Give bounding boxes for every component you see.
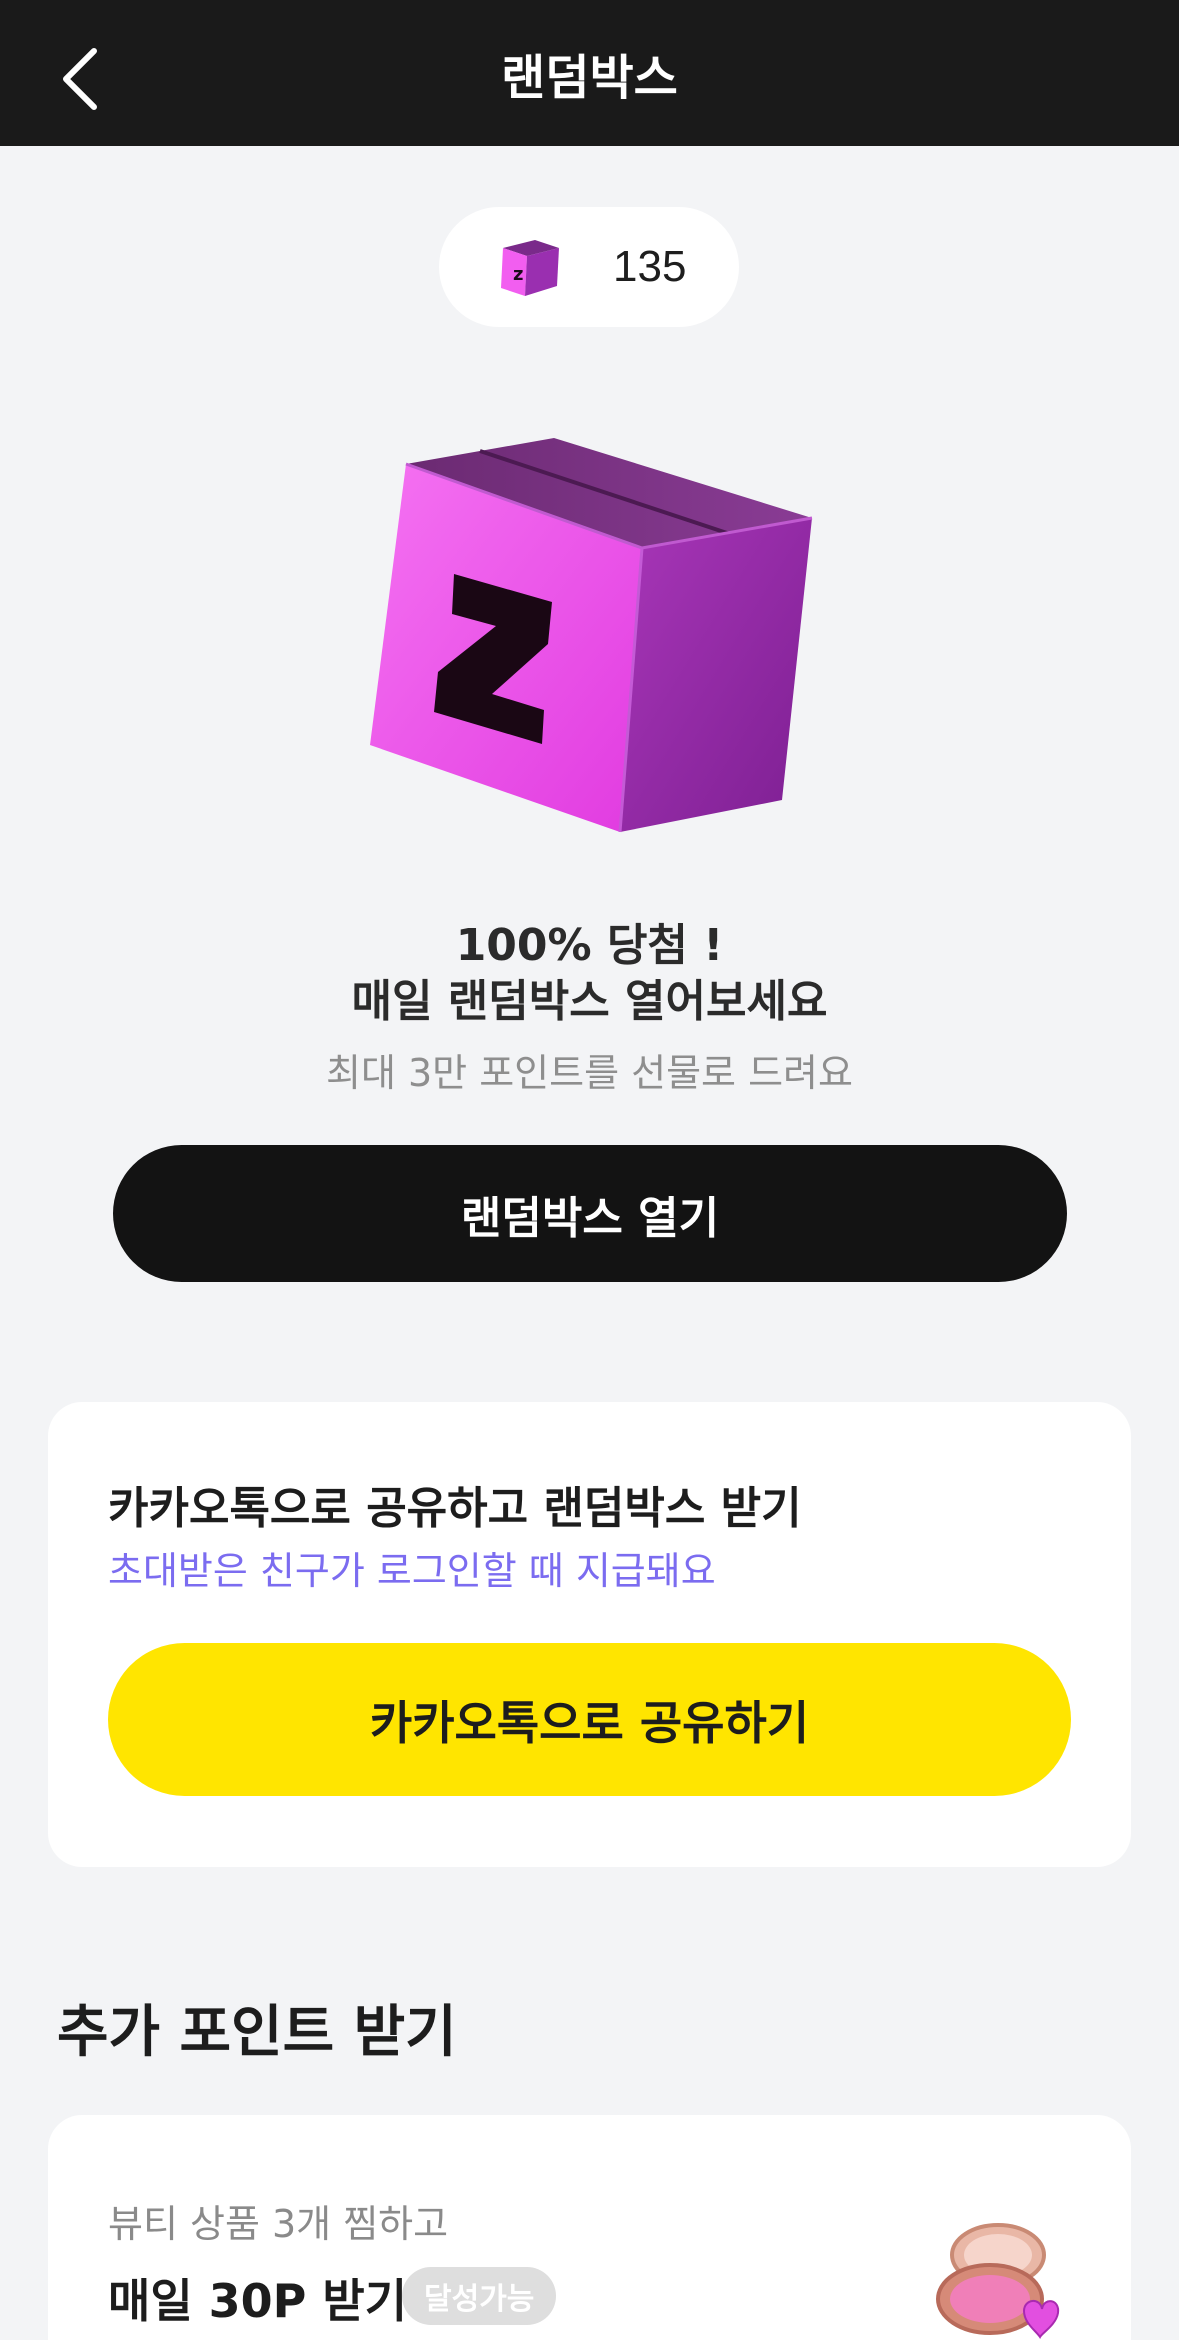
share-subtitle: 초대받은 친구가 로그인할 때 지급돼요 <box>108 1549 716 1593</box>
status-badge: 달성가능 <box>402 2267 557 2325</box>
mission-card[interactable]: 뷰티 상품 3개 찜하고 매일 30P 받기 달성가능 <box>48 2115 1131 2340</box>
blush-compact-icon <box>936 2223 1060 2339</box>
share-title: 카카오톡으로 공유하고 랜덤박스 받기 <box>108 1483 802 1534</box>
points-balance: z 135 <box>439 207 739 327</box>
top-bar: 랜덤박스 <box>0 0 1179 146</box>
kakao-share-button[interactable]: 카카오톡으로 공유하기 <box>108 1643 1071 1796</box>
points-value: 135 <box>613 242 687 291</box>
mission-reward: 매일 30P 받기 <box>108 2274 408 2328</box>
hero-headline: 100% 당첨 ! 매일 랜덤박스 열어보세요 <box>0 918 1179 1030</box>
headline-line-2: 매일 랜덤박스 열어보세요 <box>351 976 828 1027</box>
open-random-box-button[interactable]: 랜덤박스 열기 <box>113 1145 1067 1282</box>
share-card: 카카오톡으로 공유하고 랜덤박스 받기 초대받은 친구가 로그인할 때 지급돼요… <box>48 1402 1131 1867</box>
mission-description: 뷰티 상품 3개 찜하고 <box>108 2202 449 2246</box>
random-box-icon: z <box>501 240 559 296</box>
section-title-extra-points: 추가 포인트 받기 <box>57 2000 457 2065</box>
page-title: 랜덤박스 <box>501 50 678 106</box>
headline-line-1: 100% 당첨 ! <box>455 920 724 971</box>
svg-text:z: z <box>513 264 523 285</box>
hero-subtext: 최대 3만 포인트를 선물로 드려요 <box>326 1051 853 1095</box>
random-box-illustration <box>370 438 813 833</box>
